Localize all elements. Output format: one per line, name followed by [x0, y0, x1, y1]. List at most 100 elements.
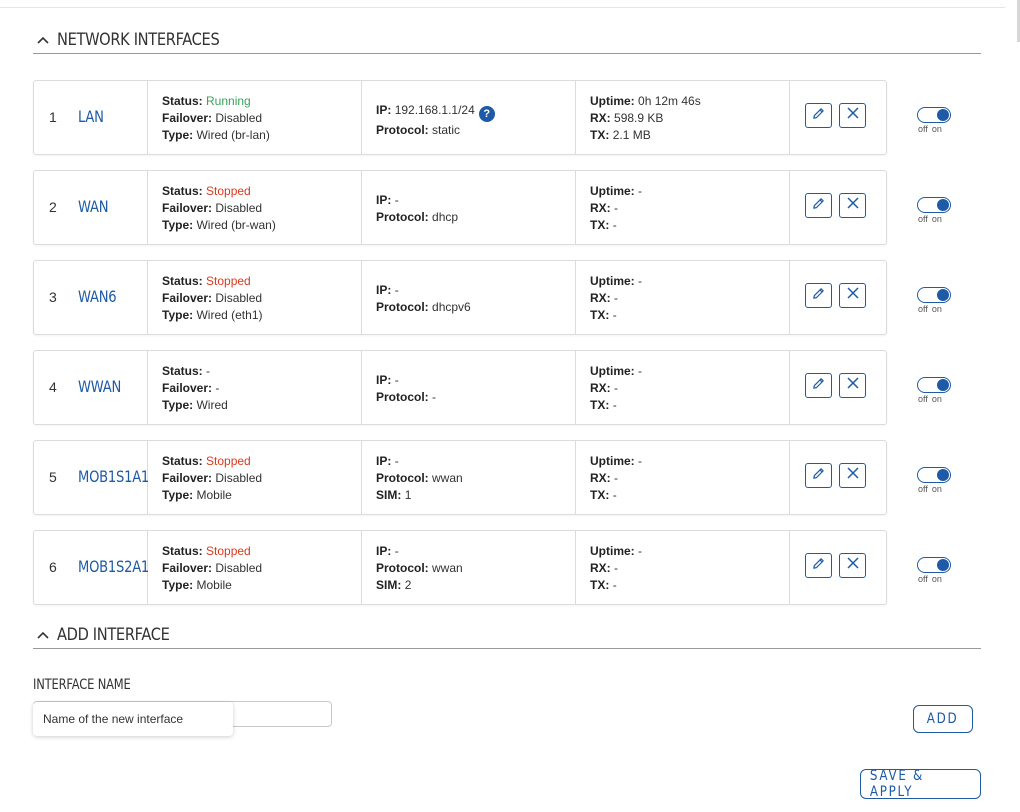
type-value: Mobile [196, 488, 232, 502]
ip-line: IP: - [376, 373, 399, 387]
enable-toggle[interactable] [917, 197, 951, 213]
toggle-labels: off on [918, 124, 946, 134]
uptime-line: Uptime: - [590, 544, 643, 558]
enable-toggle[interactable] [917, 287, 951, 303]
rx-line: RX: - [590, 561, 619, 575]
toggle-on-label: on [931, 394, 942, 404]
edit-button[interactable] [805, 373, 832, 398]
delete-button[interactable] [839, 283, 866, 308]
protocol-line: Protocol: wwan [376, 471, 463, 485]
delete-button[interactable] [839, 553, 866, 578]
toggle-knob [937, 469, 949, 481]
protocol-line: Protocol: dhcp [376, 210, 459, 224]
failover-value: Disabled [215, 291, 263, 305]
toggle-knob [937, 199, 949, 211]
status-cell: Status: Running Failover: Disabled Type:… [147, 81, 362, 154]
rx-value: - [614, 561, 619, 575]
pencil-icon [811, 556, 826, 576]
chevron-up-icon[interactable] [33, 626, 53, 644]
type-line: Type: Wired (br-lan) [162, 128, 270, 142]
close-icon [846, 106, 860, 125]
ip-cell: IP: - Protocol: wwan SIM: 2 [361, 531, 576, 604]
rx-value: 598.9 KB [614, 111, 664, 125]
tx-line: TX: - [590, 308, 617, 322]
edit-button[interactable] [805, 283, 832, 308]
actions-cell [789, 351, 886, 424]
toggle-knob [937, 289, 949, 301]
ip-cell: IP: 192.168.1.1/24? Protocol: static [361, 81, 576, 154]
interface-name-link[interactable]: LAN [78, 107, 104, 126]
protocol-line: Protocol: - [376, 390, 437, 404]
enable-toggle[interactable] [917, 377, 951, 393]
protocol-value: dhcpv6 [432, 300, 471, 314]
rx-line: RX: - [590, 381, 619, 395]
type-line: Type: Wired (eth1) [162, 308, 263, 322]
uptime-cell: Uptime: - RX: - TX: - [575, 261, 790, 334]
ip-cell: IP: - Protocol: dhcp [361, 171, 576, 244]
status-cell: Status: Stopped Failover: Disabled Type:… [147, 261, 362, 334]
interface-name-link[interactable]: MOB1S2A1 [78, 557, 149, 576]
close-icon [846, 286, 860, 305]
ip-value: 192.168.1.1/24 [394, 103, 475, 117]
uptime-value: - [638, 274, 643, 288]
toggle-labels: off on [918, 214, 946, 224]
status-cell: Status: - Failover: - Type: Wired [147, 351, 362, 424]
pencil-icon [811, 106, 826, 126]
edit-button[interactable] [805, 103, 832, 128]
add-button[interactable]: ADD [913, 705, 973, 733]
uptime-value: - [638, 454, 643, 468]
status-value: Stopped [206, 454, 251, 468]
interface-name-link[interactable]: WAN6 [78, 287, 117, 306]
interface-name-link[interactable]: MOB1S1A1 [78, 467, 149, 486]
failover-value: Disabled [215, 471, 263, 485]
uptime-value: - [638, 364, 643, 378]
enable-toggle[interactable] [917, 107, 951, 123]
network-interfaces-header[interactable]: NETWORK INTERFACES [33, 27, 981, 54]
ip-value: - [394, 373, 399, 387]
uptime-cell: Uptime: - RX: - TX: - [575, 531, 790, 604]
uptime-value: 0h 12m 46s [638, 94, 701, 108]
status-line: Status: Stopped [162, 274, 251, 288]
uptime-cell: Uptime: - RX: - TX: - [575, 171, 790, 244]
edit-button[interactable] [805, 553, 832, 578]
interface-name-link[interactable]: WAN [78, 197, 109, 216]
sim-line: SIM: 1 [376, 488, 412, 502]
toggle-knob [937, 559, 949, 571]
enable-toggle[interactable] [917, 467, 951, 483]
protocol-value: wwan [432, 561, 463, 575]
tx-value: - [612, 308, 617, 322]
type-line: Type: Mobile [162, 488, 232, 502]
add-interface-header[interactable]: ADD INTERFACE [33, 622, 981, 649]
uptime-value: - [638, 544, 643, 558]
edit-button[interactable] [805, 463, 832, 488]
toggle-labels: off on [918, 394, 946, 404]
interface-name-link[interactable]: WWAN [78, 377, 121, 396]
tx-value: - [612, 488, 617, 502]
pencil-icon [811, 376, 826, 396]
toggle-on-label: on [931, 574, 942, 584]
question-icon[interactable]: ? [478, 106, 495, 122]
ip-value: - [394, 544, 399, 558]
enable-toggle[interactable] [917, 557, 951, 573]
chevron-up-icon[interactable] [33, 31, 53, 49]
uptime-value: - [638, 184, 643, 198]
delete-button[interactable] [839, 193, 866, 218]
toggle-off-label: off [918, 214, 928, 224]
type-value: Wired (br-lan) [196, 128, 270, 142]
ip-line: IP: 192.168.1.1/24? [376, 102, 495, 122]
edit-button[interactable] [805, 193, 832, 218]
delete-button[interactable] [839, 463, 866, 488]
failover-line: Failover: Disabled [162, 291, 263, 305]
interface-index: 4 [49, 379, 57, 395]
interface-index: 2 [49, 199, 57, 215]
ip-value: - [394, 193, 399, 207]
type-line: Type: Wired [162, 398, 228, 412]
toggle-labels: off on [918, 574, 946, 584]
uptime-cell: Uptime: 0h 12m 46s RX: 598.9 KB TX: 2.1 … [575, 81, 790, 154]
status-line: Status: - [162, 364, 211, 378]
delete-button[interactable] [839, 103, 866, 128]
delete-button[interactable] [839, 373, 866, 398]
save-apply-button[interactable]: SAVE & APPLY [860, 768, 981, 800]
interface-name-cell: 3 WAN6 [34, 261, 148, 334]
ip-value: - [394, 454, 399, 468]
